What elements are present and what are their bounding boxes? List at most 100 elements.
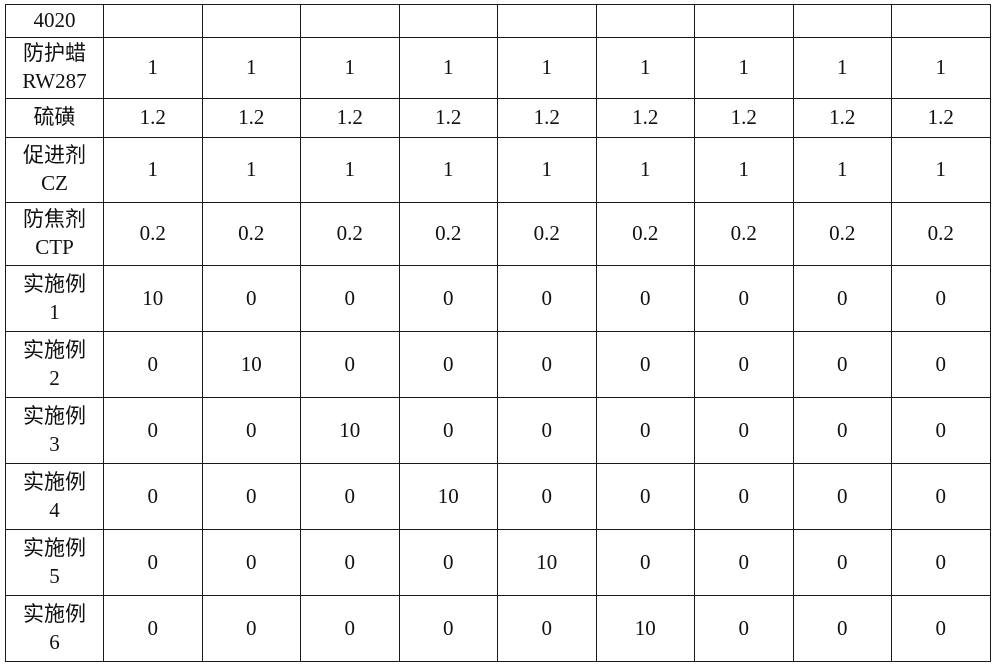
table-cell: 0	[497, 463, 597, 530]
table-cell: 0	[398, 529, 498, 596]
row-example-5-label: 实施例 5	[5, 529, 104, 596]
row-accelerator-cz-label: 促进剂 CZ	[5, 137, 104, 203]
table-cell: 1	[694, 137, 794, 203]
table-cell: 1.2	[398, 98, 498, 138]
table-row: 实施例 4 0 0 0 10 0 0 0 0 0	[5, 463, 991, 530]
label-line: 防护蜡	[23, 41, 86, 66]
table-cell: 0	[497, 397, 597, 464]
table-cell: 0	[398, 331, 498, 398]
table-cell: 1.2	[497, 98, 597, 138]
table-cell: 0	[595, 463, 695, 530]
table-cell: 1	[103, 137, 203, 203]
table-cell: 1.2	[300, 98, 400, 138]
table-cell: 0	[595, 265, 695, 332]
table-cell: 0	[201, 595, 301, 662]
table-cell: 0	[595, 397, 695, 464]
label-line: 防焦剂	[23, 207, 86, 232]
label-line: 5	[49, 563, 60, 588]
table-cell: 1	[300, 37, 400, 99]
table-cell: 1	[792, 37, 892, 99]
table-cell: 0	[497, 265, 597, 332]
table-cell: 0	[103, 595, 203, 662]
table-row: 实施例 6 0 0 0 0 0 10 0 0 0	[5, 595, 991, 662]
table-cell: 1.2	[792, 98, 892, 138]
label-line: CTP	[35, 235, 74, 259]
table-cell: 0	[103, 397, 203, 464]
table-cell: 0.2	[497, 202, 597, 266]
table-cell: 1	[398, 137, 498, 203]
table-cell: 1	[497, 37, 597, 99]
table-cell: 0	[595, 331, 695, 398]
row-example-4-label: 实施例 4	[5, 463, 104, 530]
label-line: 促进剂	[23, 143, 86, 168]
table-cell: 10	[497, 529, 597, 596]
table-cell: 1	[201, 37, 301, 99]
table-cell: 0	[300, 331, 400, 398]
table-cell: 0	[792, 397, 892, 464]
table-cell: 0	[497, 595, 597, 662]
label-line: 2	[49, 365, 60, 390]
table-cell: 0.2	[201, 202, 301, 266]
table-cell: 0.2	[300, 202, 400, 266]
table-cell: 1	[792, 137, 892, 203]
table-cell	[595, 4, 695, 38]
table-cell: 1	[694, 37, 794, 99]
table-row: 实施例 2 0 10 0 0 0 0 0 0 0	[5, 331, 991, 398]
table-cell: 0	[103, 529, 203, 596]
table-cell: 0	[300, 529, 400, 596]
label-line: 1	[49, 299, 60, 324]
table-row: 实施例 5 0 0 0 0 10 0 0 0 0	[5, 529, 991, 596]
label-line: 6	[49, 629, 60, 654]
table-cell: 0	[891, 397, 991, 464]
table-cell	[497, 4, 597, 38]
formulation-table: 4020 防护蜡 RW287 1 1 1 1 1 1 1 1 1 硫磺 1.2 1.2 1.2 1.2 1.2 1.…	[5, 4, 991, 662]
table-cell	[300, 4, 400, 38]
table-row: 防护蜡 RW287 1 1 1 1 1 1 1 1 1	[5, 37, 991, 99]
table-cell: 0	[201, 397, 301, 464]
table-cell: 0	[891, 265, 991, 332]
table-row: 防焦剂 CTP 0.2 0.2 0.2 0.2 0.2 0.2 0.2 0.2 0.2	[5, 202, 991, 266]
table-cell: 0.2	[398, 202, 498, 266]
table-cell: 1	[398, 37, 498, 99]
table-cell: 0	[300, 595, 400, 662]
table-row: 实施例 3 0 0 10 0 0 0 0 0 0	[5, 397, 991, 464]
table-cell: 1.2	[891, 98, 991, 138]
table-cell: 0	[891, 331, 991, 398]
label-line: 实施例	[23, 271, 86, 296]
table-cell: 0.2	[694, 202, 794, 266]
table-cell: 0	[300, 463, 400, 530]
row-example-3-label: 实施例 3	[5, 397, 104, 464]
table-cell: 1	[891, 137, 991, 203]
table-cell: 1.2	[103, 98, 203, 138]
label-line: 硫磺	[33, 105, 76, 130]
label-line: 实施例	[23, 403, 86, 428]
row-sulfur-label: 硫磺	[5, 98, 104, 138]
table-cell: 1	[891, 37, 991, 99]
table-cell: 0	[201, 265, 301, 332]
table-cell: 1.2	[595, 98, 695, 138]
table-cell: 0	[694, 331, 794, 398]
table-cell: 0	[694, 265, 794, 332]
table-row: 促进剂 CZ 1 1 1 1 1 1 1 1 1	[5, 137, 991, 203]
row-example-1-label: 实施例 1	[5, 265, 104, 332]
table-cell: 0	[891, 463, 991, 530]
label-line: 实施例	[23, 535, 86, 560]
row-example-6-label: 实施例 6	[5, 595, 104, 662]
table-cell: 0	[891, 595, 991, 662]
table-cell: 1	[103, 37, 203, 99]
table-row: 硫磺 1.2 1.2 1.2 1.2 1.2 1.2 1.2 1.2 1.2	[5, 98, 991, 138]
table-cell: 0	[792, 529, 892, 596]
table-cell: 10	[103, 265, 203, 332]
label-line: 实施例	[23, 601, 86, 626]
table-cell: 0.2	[595, 202, 695, 266]
table-cell: 0	[792, 331, 892, 398]
table-cell	[694, 4, 794, 38]
table-cell: 1.2	[201, 98, 301, 138]
table-cell: 1	[300, 137, 400, 203]
row-example-2-label: 实施例 2	[5, 331, 104, 398]
table-cell	[103, 4, 203, 38]
table-cell: 0	[103, 463, 203, 530]
table-cell: 0	[497, 331, 597, 398]
table-cell	[398, 4, 498, 38]
table-cell: 10	[300, 397, 400, 464]
